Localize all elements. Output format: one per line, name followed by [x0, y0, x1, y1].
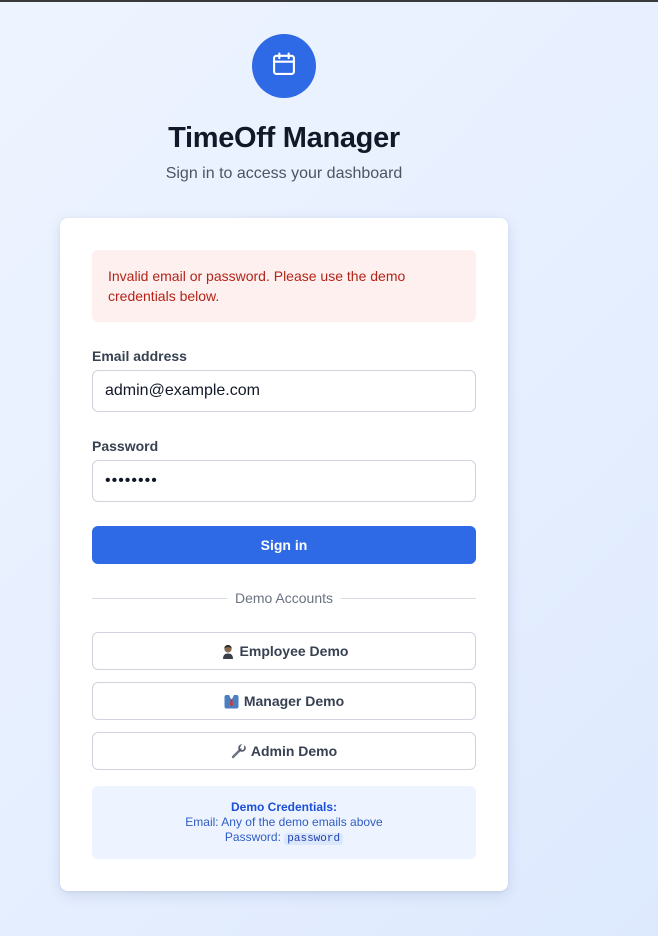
admin-demo-button[interactable]: Admin Demo — [92, 732, 476, 770]
error-alert: Invalid email or password. Please use th… — [92, 250, 476, 322]
password-label: Password — [92, 438, 159, 454]
email-field[interactable] — [92, 370, 476, 412]
credentials-password-line: Password: password — [92, 830, 476, 847]
login-card: Invalid email or password. Please use th… — [60, 218, 508, 891]
employee-demo-label: Employee Demo — [239, 643, 349, 659]
admin-demo-label: Admin Demo — [250, 743, 338, 759]
credentials-heading: Demo Credentials: — [230, 800, 338, 814]
credentials-password-prefix: Password: — [224, 830, 281, 844]
credentials-email-line: Email: Any of the demo emails above — [185, 815, 383, 829]
employee-demo-button[interactable]: Employee Demo — [92, 632, 476, 670]
email-label: Email address — [92, 348, 187, 364]
divider-label: Demo Accounts — [234, 590, 334, 606]
divider-line-right — [341, 597, 476, 599]
sign-in-button[interactable]: Sign in — [92, 526, 476, 564]
suit-icon — [224, 693, 240, 709]
app-logo — [252, 34, 316, 98]
calendar-icon — [270, 50, 298, 83]
page-title: TimeOff Manager — [168, 122, 400, 154]
divider-line-left — [92, 597, 227, 599]
credentials-password-code: password — [284, 833, 344, 845]
manager-demo-button[interactable]: Manager Demo — [92, 682, 476, 720]
person-icon — [220, 643, 236, 659]
page-subtitle: Sign in to access your dashboard — [165, 165, 403, 182]
demo-credentials-box: Demo Credentials: Email: Any of the demo… — [92, 786, 476, 859]
window-top-border — [0, 0, 658, 2]
wrench-icon — [231, 743, 247, 759]
password-field[interactable] — [92, 460, 476, 502]
demo-accounts-divider: Demo Accounts — [92, 588, 476, 608]
manager-demo-label: Manager Demo — [243, 693, 345, 709]
